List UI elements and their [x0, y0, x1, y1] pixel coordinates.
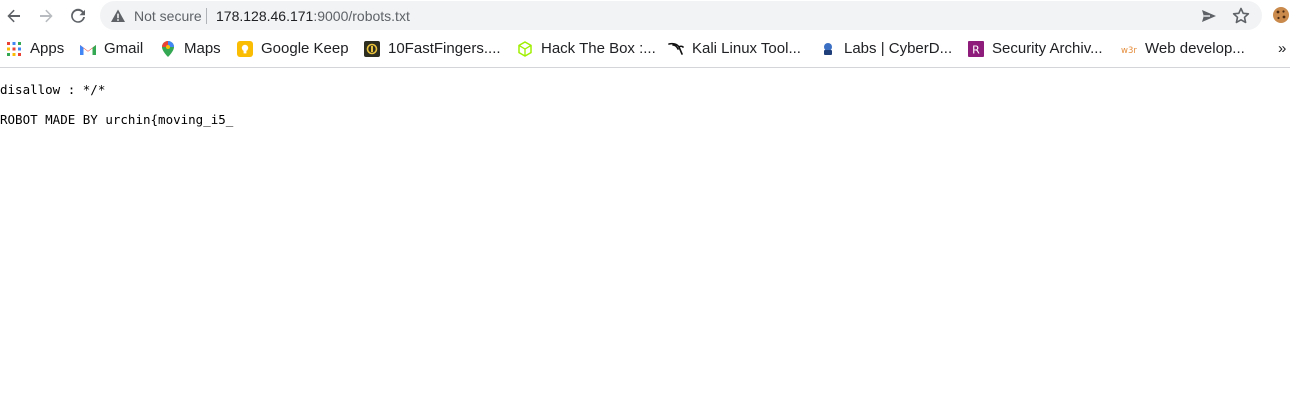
bookmark-label: Web develop...: [1145, 40, 1245, 57]
cookie-icon[interactable]: [1272, 6, 1290, 24]
tenfastfingers-icon: [364, 41, 380, 57]
bookmark-security-archive[interactable]: R Security Archiv...: [968, 39, 1103, 59]
omnibox-divider: [206, 8, 207, 24]
bookmark-label: Google Keep: [261, 40, 349, 57]
bookmark-maps[interactable]: Maps: [160, 39, 221, 59]
warning-triangle-icon[interactable]: [110, 8, 126, 24]
bookmark-label: Gmail: [104, 40, 144, 57]
url-path: :9000/robots.txt: [313, 8, 410, 24]
reload-button[interactable]: [65, 3, 91, 29]
bookmark-label: Kali Linux Tool...: [692, 40, 801, 57]
browser-toolbar: Not secure 178.128.46.171:9000/robots.tx…: [0, 0, 1290, 32]
bookmark-label: 10FastFingers....: [388, 40, 501, 57]
svg-text:w3r: w3r: [1121, 46, 1137, 55]
bookmark-gmail[interactable]: Gmail: [80, 39, 143, 59]
address-bar[interactable]: Not secure 178.128.46.171:9000/robots.tx…: [100, 1, 1262, 30]
keep-bulb-icon: [237, 41, 253, 57]
arrow-right-icon: [40, 9, 53, 23]
bookmarks-bar: Apps Gmail Maps Google Keep 10FastFinger…: [0, 32, 1290, 68]
kali-dragon-icon: [668, 41, 684, 57]
apps-grid-icon: [6, 41, 22, 57]
bookmark-label: Hack The Box :...: [541, 40, 656, 57]
star-icon[interactable]: [1231, 6, 1251, 26]
arrow-left-icon: [7, 9, 21, 23]
maps-pin-icon: [160, 41, 176, 57]
bookmark-apps[interactable]: Apps: [6, 39, 64, 59]
forward-button[interactable]: [33, 3, 59, 29]
bookmark-label: Maps: [184, 40, 221, 57]
url-text[interactable]: 178.128.46.171:9000/robots.txt: [216, 8, 410, 24]
robots-message-line: ROBOT MADE BY urchin{moving_i5_: [0, 112, 234, 127]
back-button[interactable]: [1, 3, 27, 29]
reload-icon: [71, 8, 85, 23]
security-status-label[interactable]: Not secure: [134, 8, 202, 24]
gmail-icon: [80, 41, 96, 57]
hackthebox-cube-icon: [517, 41, 533, 57]
bookmark-cyberdefenders-labs[interactable]: Labs | CyberD...: [820, 39, 952, 59]
page-content: disallow : */* ROBOT MADE BY urchin{movi…: [0, 68, 1290, 400]
robots-disallow-line: disallow : */*: [0, 82, 106, 97]
bookmark-10fastfingers[interactable]: 10FastFingers....: [364, 39, 501, 59]
bookmark-google-keep[interactable]: Google Keep: [237, 39, 349, 59]
w3r-icon: w3r: [1121, 41, 1137, 57]
bookmark-label: Apps: [30, 40, 65, 57]
url-host: 178.128.46.171: [216, 8, 314, 24]
r-square-icon: R: [968, 41, 984, 57]
bookmark-hack-the-box[interactable]: Hack The Box :...: [517, 39, 656, 59]
bookmark-kali-linux-tools[interactable]: Kali Linux Tool...: [668, 39, 801, 59]
send-icon[interactable]: [1200, 7, 1218, 25]
bookmark-label: Security Archiv...: [992, 40, 1103, 57]
cyberdefenders-icon: [820, 41, 836, 57]
svg-text:R: R: [972, 44, 980, 57]
bookmark-label: Labs | CyberD...: [844, 40, 953, 57]
bookmarks-overflow-button[interactable]: »: [1278, 40, 1286, 57]
bookmark-web-developer[interactable]: w3r Web develop...: [1121, 39, 1245, 59]
